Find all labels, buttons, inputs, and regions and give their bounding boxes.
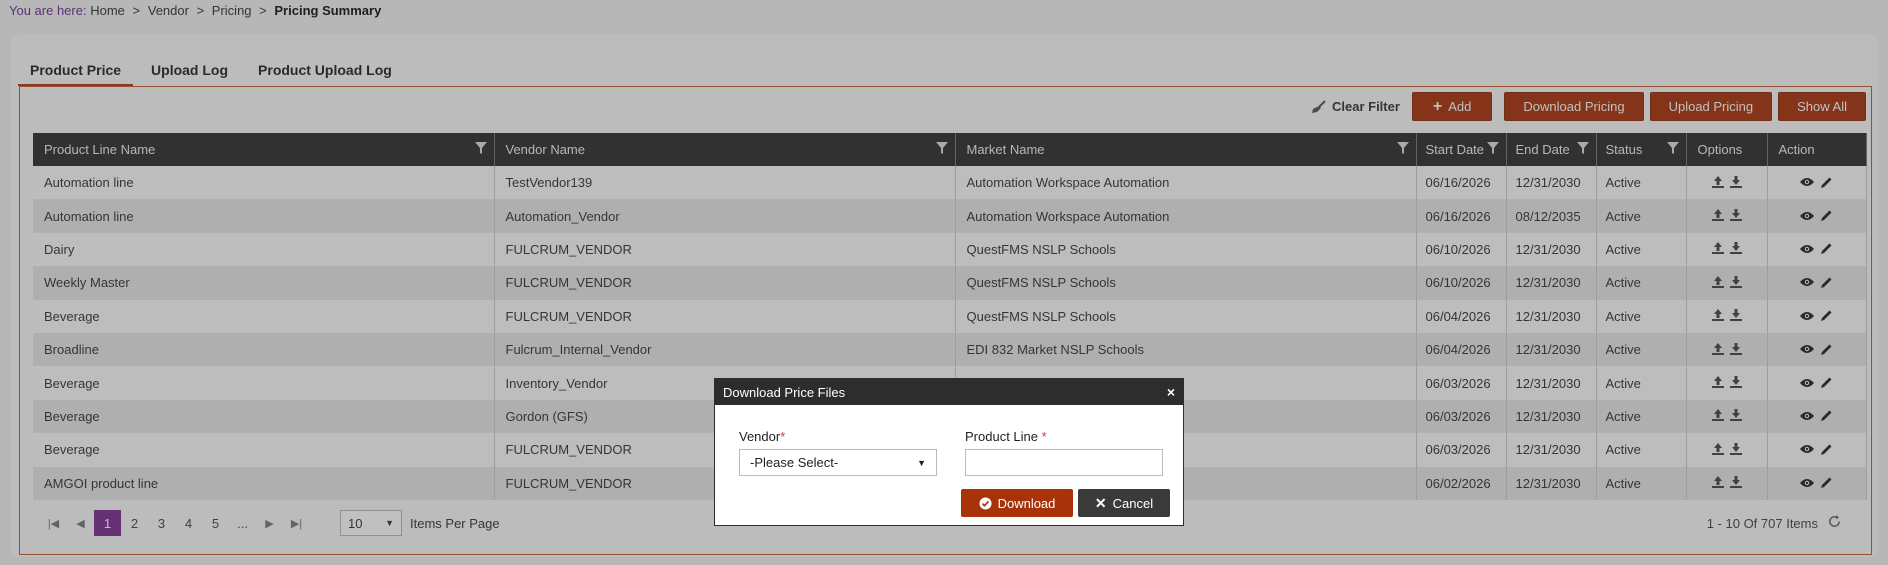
download-button[interactable]: Download [961,489,1073,517]
dialog-header: Download Price Files × [715,379,1183,405]
dialog-title: Download Price Files [723,384,846,400]
chevron-down-icon: ▼ [917,457,926,468]
x-icon: ✕ [1094,494,1107,511]
download-price-files-dialog: Download Price Files × Vendor* -Please S… [714,378,1184,526]
vendor-select-value: -Please Select- [750,455,839,470]
required-mark: * [780,429,786,444]
cancel-label: Cancel [1112,495,1154,511]
product-line-input[interactable] [965,449,1163,476]
vendor-label-text: Vendor [739,429,781,444]
vendor-label: Vendor* [739,429,785,444]
dialog-body: Vendor* -Please Select- ▼ Product Line *… [715,405,1183,525]
close-icon[interactable]: × [1167,384,1175,400]
required-mark: * [1041,429,1047,444]
check-circle-icon [979,496,992,510]
vendor-select[interactable]: -Please Select- ▼ [739,449,937,476]
product-line-label: Product Line * [965,429,1047,444]
product-line-label-text: Product Line [965,429,1038,444]
cancel-button[interactable]: ✕ Cancel [1078,489,1170,517]
download-label: Download [997,495,1056,511]
